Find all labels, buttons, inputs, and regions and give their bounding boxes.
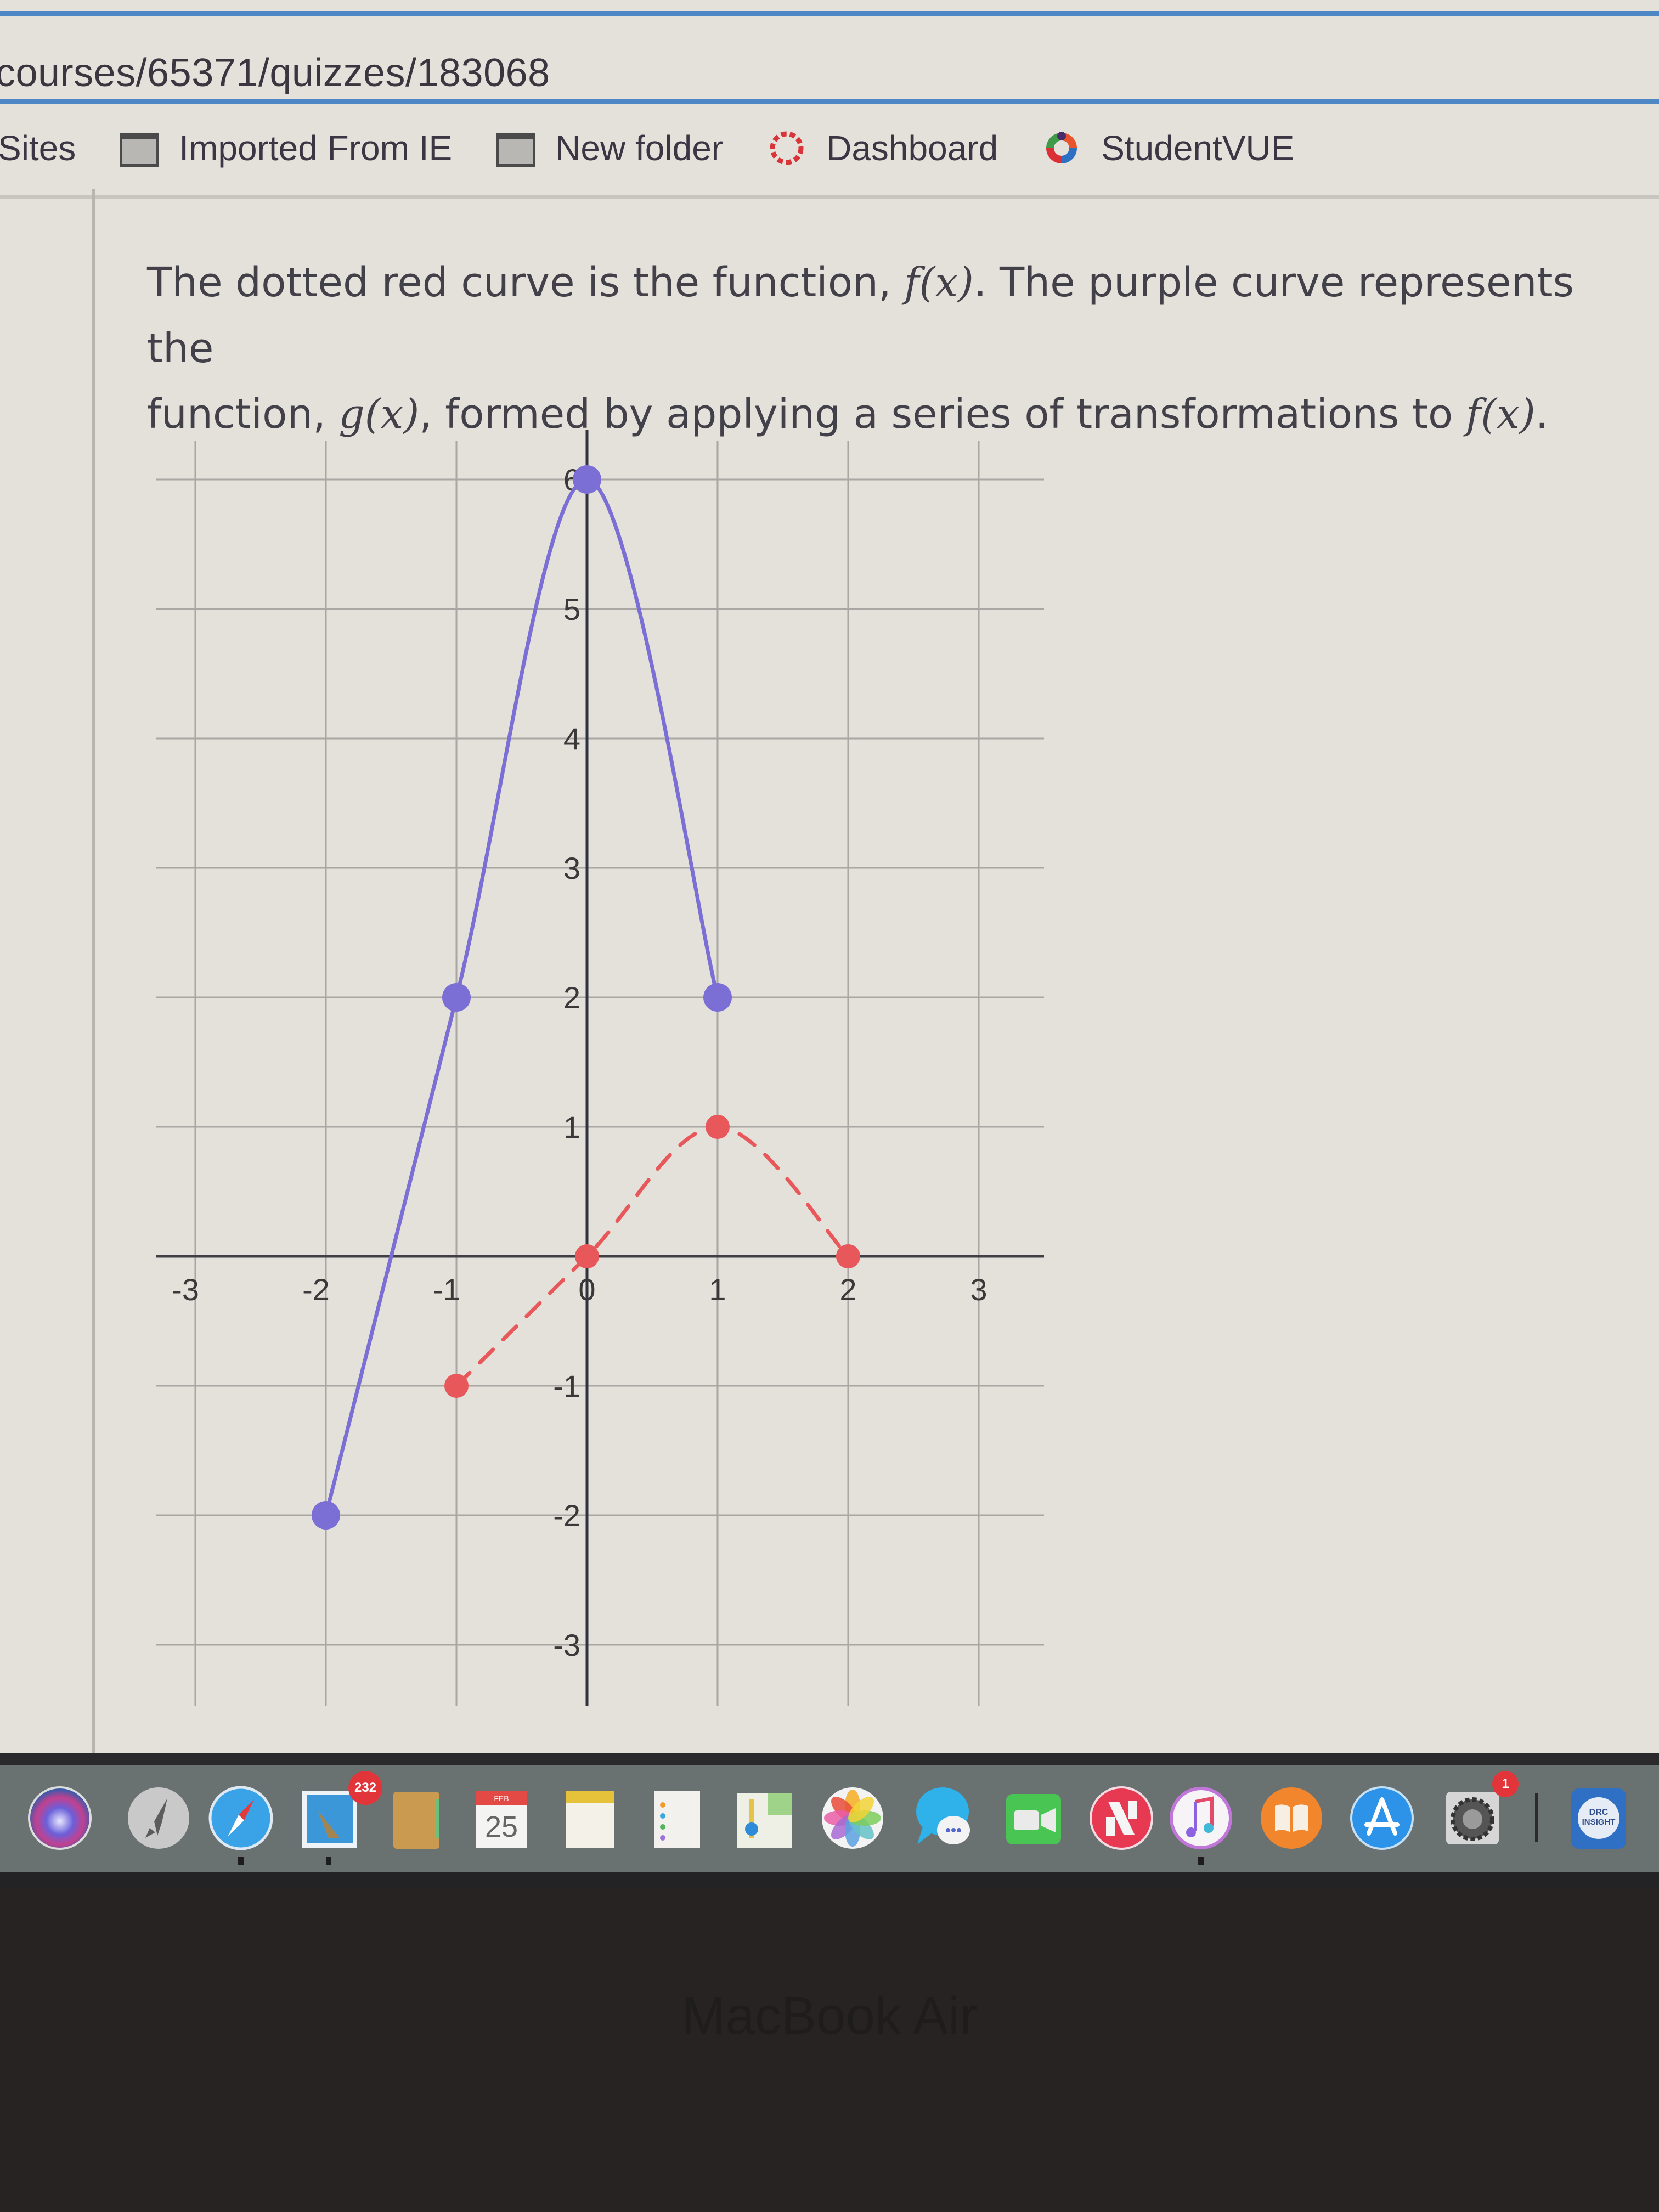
laptop-bezel xyxy=(0,1888,1659,2212)
running-indicator xyxy=(238,1857,244,1865)
studentvue-logo-icon xyxy=(1042,128,1081,168)
bookmark-sites[interactable]: Sites xyxy=(0,128,76,168)
dock-bottom-edge xyxy=(0,1872,1659,1888)
dock-item-itunes[interactable] xyxy=(1166,1783,1236,1853)
point-gx xyxy=(703,983,732,1012)
bookmark-dashboard[interactable]: Dashboard xyxy=(767,128,998,168)
notification-badge: 232 xyxy=(348,1771,382,1805)
mail-stamp-icon xyxy=(294,1791,364,1855)
dock-item-facetime[interactable] xyxy=(998,1783,1069,1853)
y-tick-label: 5 xyxy=(563,592,580,627)
x-tick-label: 0 xyxy=(578,1272,595,1307)
dock-item-drc-insight[interactable]: DRC INSIGHT xyxy=(1564,1783,1634,1853)
address-bar-focus-line xyxy=(0,99,1659,104)
function-graph: -3 -2 -1 0 1 2 3-3-2-1123456 xyxy=(156,430,1044,1706)
music-note-icon xyxy=(1166,1787,1236,1855)
url-text[interactable]: courses/65371/quizzes/183068 xyxy=(0,50,550,95)
bookmark-label: Dashboard xyxy=(826,128,998,168)
safari-compass-icon xyxy=(206,1786,276,1855)
x-tick-label: -3 xyxy=(172,1272,199,1307)
device-label: MacBook Air xyxy=(681,1987,978,2045)
y-tick-label: -2 xyxy=(553,1498,580,1533)
bookmark-imported-from-ie[interactable]: Imported From IE xyxy=(120,128,452,168)
dock-item-safari[interactable] xyxy=(206,1783,276,1853)
photos-pinwheel-icon xyxy=(817,1787,888,1855)
reminders-icon xyxy=(642,1791,712,1855)
bookmarks-bar: Sites Imported From IE New folder Dashbo… xyxy=(0,110,1659,187)
folder-icon xyxy=(496,133,536,167)
drc-insight-icon: DRC INSIGHT xyxy=(1564,1788,1634,1855)
question-text-part: The dotted red curve is the function, xyxy=(147,259,905,306)
dock-item-books[interactable] xyxy=(1256,1783,1327,1853)
dock-item-photos[interactable] xyxy=(817,1783,888,1853)
calendar-icon: FEB 25 xyxy=(466,1791,537,1855)
gear-icon xyxy=(1437,1792,1508,1855)
content-left-border xyxy=(92,189,95,1753)
bookmark-studentvue[interactable]: StudentVUE xyxy=(1042,128,1294,168)
point-fx xyxy=(706,1115,730,1139)
point-gx xyxy=(573,465,601,494)
bookmark-label: Imported From IE xyxy=(179,128,453,168)
app-store-icon xyxy=(1347,1786,1417,1855)
folder-icon xyxy=(120,133,160,167)
notes-icon xyxy=(554,1791,624,1855)
notification-badge: 1 xyxy=(1492,1771,1519,1797)
running-indicator xyxy=(1198,1857,1204,1865)
browser-window: courses/65371/quizzes/183068 Sites Impor… xyxy=(0,0,1659,1753)
bookmark-label: Sites xyxy=(0,128,76,168)
svg-text:25: 25 xyxy=(485,1810,518,1843)
point-fx xyxy=(836,1244,860,1268)
dock-shelf-edge xyxy=(0,1753,1659,1765)
bookmarks-divider xyxy=(0,195,1659,199)
y-tick-label: 2 xyxy=(563,980,580,1015)
math-fx: f(x) xyxy=(904,259,974,306)
dock-item-app-store[interactable] xyxy=(1347,1783,1417,1853)
dock-item-launchpad[interactable] xyxy=(123,1783,194,1853)
y-tick-label: 3 xyxy=(563,851,580,885)
dock-item-contacts[interactable] xyxy=(381,1783,452,1853)
dock-item-reminders[interactable] xyxy=(642,1783,712,1853)
bookmark-label: New folder xyxy=(555,128,724,168)
facetime-camera-icon xyxy=(998,1794,1069,1855)
x-tick-label: -1 xyxy=(433,1272,460,1307)
y-tick-label: -1 xyxy=(553,1369,580,1403)
point-gx xyxy=(312,1501,340,1530)
maps-icon xyxy=(730,1793,800,1855)
news-icon xyxy=(1086,1786,1156,1855)
bookmark-new-folder[interactable]: New folder xyxy=(496,128,723,168)
bookmark-label: StudentVUE xyxy=(1101,128,1295,168)
math-fx: f(x) xyxy=(1465,391,1536,438)
question-text-part: . xyxy=(1535,391,1549,438)
point-fx xyxy=(575,1244,599,1268)
x-tick-label: -2 xyxy=(302,1272,330,1307)
x-tick-label: 1 xyxy=(709,1272,726,1307)
siri-icon xyxy=(25,1786,95,1855)
dock-item-messages[interactable] xyxy=(911,1783,981,1853)
y-tick-label: -3 xyxy=(553,1628,580,1662)
x-tick-label: 3 xyxy=(970,1272,987,1307)
y-tick-label: 4 xyxy=(563,721,580,756)
point-gx xyxy=(442,983,471,1012)
point-fx xyxy=(444,1374,469,1398)
launchpad-rocket-icon xyxy=(123,1787,194,1855)
svg-text:INSIGHT: INSIGHT xyxy=(1582,1818,1616,1827)
toolbar-accent-line xyxy=(0,11,1659,16)
dock-item-notes[interactable] xyxy=(554,1783,624,1853)
books-icon xyxy=(1256,1787,1327,1855)
dock-separator xyxy=(1535,1793,1538,1842)
dock-item-siri[interactable] xyxy=(25,1783,95,1853)
dock-item-calendar[interactable]: FEB 25 xyxy=(466,1783,537,1853)
messages-bubble-icon xyxy=(911,1787,981,1855)
canvas-logo-icon xyxy=(767,128,806,168)
address-bar[interactable]: courses/65371/quizzes/183068 xyxy=(0,22,1659,95)
running-indicator xyxy=(326,1857,331,1865)
dock-item-news[interactable] xyxy=(1086,1783,1156,1853)
contacts-book-icon xyxy=(381,1792,452,1855)
y-tick-label: 1 xyxy=(563,1110,580,1144)
x-tick-label: 2 xyxy=(839,1272,856,1307)
svg-text:DRC: DRC xyxy=(1589,1808,1609,1817)
svg-text:FEB: FEB xyxy=(494,1794,509,1803)
dock-item-maps[interactable] xyxy=(730,1783,800,1853)
